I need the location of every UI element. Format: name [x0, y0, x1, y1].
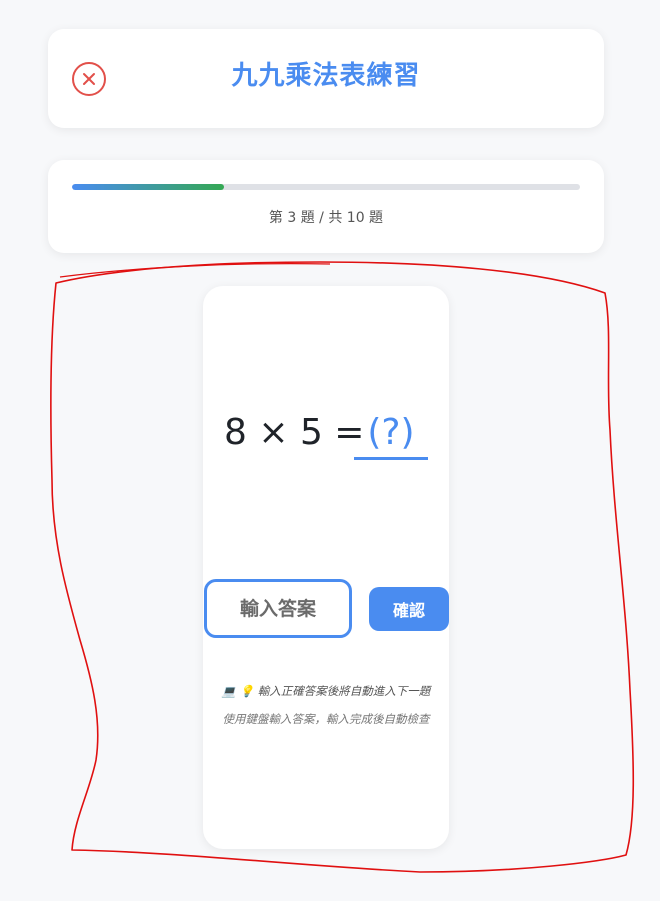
- progress-text: 第 3 題 / 共 10 題: [268, 210, 384, 226]
- progress-bar: [72, 184, 580, 190]
- confirm-button[interactable]: 確認: [369, 587, 449, 631]
- answer-input[interactable]: [204, 579, 352, 638]
- hint-subtext: 使用鍵盤輸入答案，輸入完成後自動檢查: [222, 712, 430, 726]
- answer-slot: (?): [354, 412, 428, 460]
- page-title: 九九乘法表練習: [231, 61, 421, 91]
- hint-text: 💻 💡 輸入正確答案後將自動進入下一題: [221, 684, 431, 698]
- quiz-card: [203, 286, 449, 849]
- progress-fill: [72, 184, 225, 190]
- equation-text: 8 × 5 =: [224, 412, 365, 453]
